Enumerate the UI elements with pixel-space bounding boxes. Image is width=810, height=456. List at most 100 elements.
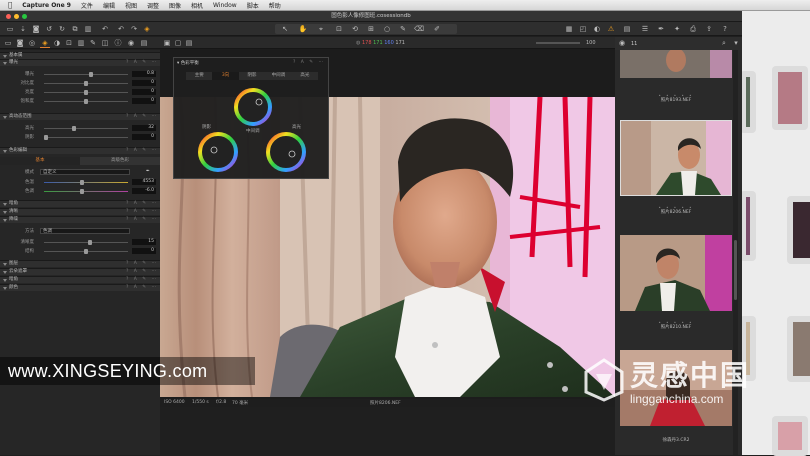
- slider-knob[interactable]: [72, 126, 76, 131]
- composition-tab-icon[interactable]: ⊡: [64, 38, 74, 48]
- slider-knob[interactable]: [89, 72, 93, 77]
- section-tools-icon[interactable]: ? A ✎ ⋯: [126, 148, 158, 154]
- section-lower-3[interactable]: 暗角 ? A ✎ ⋯: [0, 276, 160, 283]
- section-tools-icon[interactable]: ? A ✎ ⋯: [126, 60, 158, 66]
- eyedropper-icon[interactable]: ✒: [146, 169, 150, 174]
- lens-tab-icon[interactable]: ◎: [27, 38, 37, 48]
- slider-track[interactable]: [44, 72, 128, 77]
- library-tab-icon[interactable]: ▭: [3, 38, 13, 48]
- slider-track[interactable]: [44, 189, 128, 194]
- rotate-right-icon[interactable]: ↻: [57, 24, 67, 34]
- section-hdr[interactable]: 高动态范围 ? A ✎ ⋯: [0, 113, 160, 120]
- value-field[interactable]: 0: [132, 134, 156, 140]
- tab-master[interactable]: 主要: [186, 72, 212, 80]
- value-field[interactable]: 4553: [132, 179, 156, 185]
- warning-icon[interactable]: ⚠: [606, 24, 616, 34]
- slider-knob[interactable]: [84, 90, 88, 95]
- value-field[interactable]: 15: [132, 239, 156, 245]
- thumbnail-1[interactable]: [620, 48, 732, 78]
- output-tab-icon[interactable]: ◉: [126, 38, 136, 48]
- app-menu[interactable]: Capture One 9: [22, 2, 71, 9]
- undo-all-icon[interactable]: ↶: [100, 24, 110, 34]
- exposure-tab-icon[interactable]: ◑: [52, 38, 62, 48]
- zoom-icon[interactable]: [22, 14, 27, 19]
- share-icon[interactable]: ⇪: [704, 24, 714, 34]
- menu-file[interactable]: 文件: [81, 1, 93, 10]
- tab-shadow[interactable]: 阴影: [239, 72, 265, 80]
- slider-knob[interactable]: [44, 135, 48, 140]
- thumbnail-2-selected[interactable]: [620, 120, 732, 196]
- section-tools-icon[interactable]: ? A ✎ ⋯: [126, 217, 158, 223]
- slider-knob[interactable]: [84, 249, 88, 254]
- section-exposure[interactable]: 曝光 ? A ✎ ⋯: [0, 59, 160, 66]
- eyedropper-icon[interactable]: ✒: [656, 24, 666, 34]
- section-tools-icon[interactable]: ? A ✎ ⋯: [126, 114, 158, 120]
- batch-tab-icon[interactable]: ▤: [139, 38, 149, 48]
- tab-advanced[interactable]: 高级色彩: [80, 157, 160, 165]
- value-field[interactable]: 0: [132, 98, 156, 104]
- search-icon[interactable]: ⌕: [719, 38, 729, 48]
- adjustments-tab-icon[interactable]: ◫: [100, 38, 110, 48]
- section-clarity[interactable]: 清晰 ? A ✎ ⋯: [0, 208, 160, 215]
- tab-basic[interactable]: 基本: [0, 157, 80, 165]
- camera-icon[interactable]: ◙: [31, 24, 41, 34]
- redo-icon[interactable]: ↷: [129, 24, 139, 34]
- slider-track[interactable]: [44, 99, 128, 104]
- section-tools-icon[interactable]: ? A ✎ ⋯: [126, 201, 158, 207]
- section-vignette[interactable]: 暗角 ? A ✎ ⋯: [0, 200, 160, 207]
- eye-icon[interactable]: ◉: [617, 38, 627, 48]
- slider-knob[interactable]: [88, 240, 92, 245]
- loupe-icon[interactable]: ⌖: [316, 24, 326, 34]
- eraser-icon[interactable]: ⌫: [414, 24, 424, 34]
- local-adj-tab-icon[interactable]: ✎: [88, 38, 98, 48]
- copy-icon[interactable]: ⧉: [70, 24, 80, 34]
- slider-track[interactable]: [44, 81, 128, 86]
- menu-script[interactable]: 脚本: [247, 1, 259, 10]
- slider-track[interactable]: [44, 240, 128, 245]
- rotate-left-icon[interactable]: ↺: [44, 24, 54, 34]
- gridview-icon[interactable]: ▤: [622, 24, 632, 34]
- keystone-icon[interactable]: ⊞: [366, 24, 376, 34]
- value-field[interactable]: 0: [132, 89, 156, 95]
- grid-icon[interactable]: ▦: [564, 24, 574, 34]
- menu-view[interactable]: 视图: [125, 1, 137, 10]
- undo-icon[interactable]: ↶: [116, 24, 126, 34]
- mode-dropdown[interactable]: 自定义: [40, 169, 130, 175]
- import-icon[interactable]: ⇣: [18, 24, 28, 34]
- menu-camera[interactable]: 相机: [191, 1, 203, 10]
- color-tab-icon[interactable]: ◈: [40, 38, 50, 48]
- proofing-icon[interactable]: ☰: [640, 24, 650, 34]
- slider-track[interactable]: [44, 126, 128, 131]
- trash-icon[interactable]: ▥: [83, 24, 93, 34]
- pointer-icon[interactable]: ↖: [280, 24, 290, 34]
- slider-track[interactable]: [44, 249, 128, 254]
- thumbnail-3[interactable]: [620, 235, 732, 311]
- metadata-tab-icon[interactable]: ⓘ: [113, 38, 123, 48]
- slider-knob[interactable]: [80, 189, 84, 194]
- filter-icon[interactable]: ▾: [731, 38, 741, 48]
- section-tools-icon[interactable]: ? A ✎ ⋯: [126, 261, 158, 267]
- menu-image[interactable]: 图像: [169, 1, 181, 10]
- slider-knob[interactable]: [80, 180, 84, 185]
- compare-icon[interactable]: ▤: [184, 38, 194, 48]
- close-icon[interactable]: [6, 14, 11, 19]
- section-noise[interactable]: 降噪 ? A ✎ ⋯: [0, 216, 160, 223]
- section-tools-icon[interactable]: ? A ✎ ⋯: [126, 269, 158, 275]
- section-tools-icon[interactable]: ? A ✎ ⋯: [126, 285, 158, 291]
- picker-icon[interactable]: ✐: [432, 24, 442, 34]
- section-color-editor[interactable]: 色彩编辑 ? A ✎ ⋯: [0, 147, 160, 154]
- section-tools-icon[interactable]: ? A ✎ ⋯: [126, 277, 158, 283]
- menu-adjust[interactable]: 调整: [147, 1, 159, 10]
- multi-view-icon[interactable]: ▢: [173, 38, 183, 48]
- menu-edit[interactable]: 编辑: [103, 1, 115, 10]
- zoom-level[interactable]: 100: [586, 40, 596, 46]
- single-view-icon[interactable]: ▣: [162, 38, 172, 48]
- apple-icon[interactable]: : [8, 1, 12, 9]
- tab-3way[interactable]: 3向: [212, 72, 239, 80]
- section-lower-4[interactable]: 颜色 ? A ✎ ⋯: [0, 284, 160, 291]
- value-field[interactable]: 0: [132, 248, 156, 254]
- exposure-warning-icon[interactable]: ◐: [592, 24, 602, 34]
- focus-icon[interactable]: ◰: [578, 24, 588, 34]
- slider-track[interactable]: [44, 135, 128, 140]
- help-icon[interactable]: ?: [720, 24, 730, 34]
